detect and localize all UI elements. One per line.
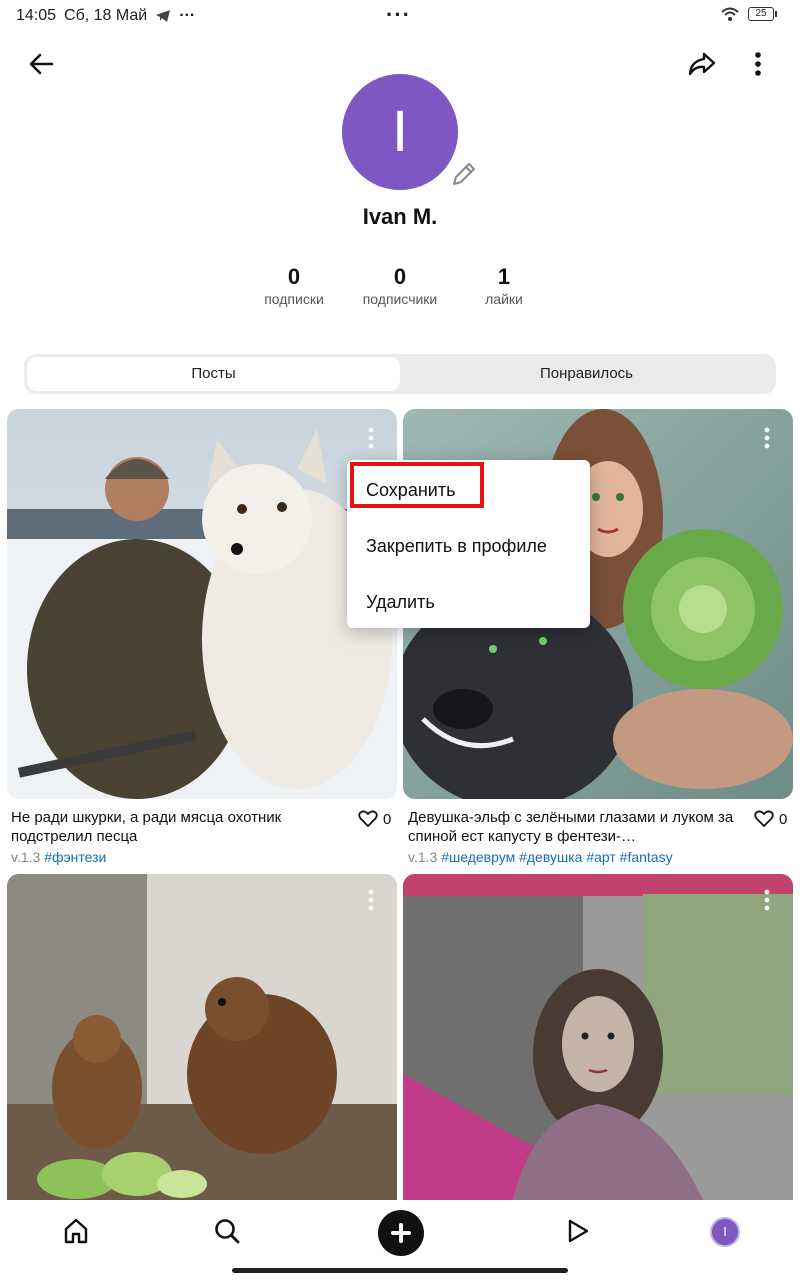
post-2-tags: v.1.3 #шедеврум #девушка #арт #fantasy [408,849,744,865]
post-1-options-icon[interactable] [360,424,382,454]
post-4-options-icon[interactable] [756,886,778,916]
post-1-like-count: 0 [383,810,392,828]
post-1-version: v.1.3 [11,849,41,865]
post-3-options-icon[interactable] [360,886,382,916]
menu-item-delete[interactable]: Удалить [347,574,590,630]
wifi-icon [721,7,739,21]
profile-tabs: Посты Понравилось [24,354,776,394]
status-time: 14:05 [16,7,57,24]
menu-item-pin-to-profile[interactable]: Закрепить в профиле [347,518,590,574]
stat-following[interactable]: 0 подписки [239,264,349,308]
post-2-version: v.1.3 [408,849,438,865]
back-arrow-icon[interactable] [26,48,58,80]
stat-followers-label: подписчики [362,291,438,307]
post-context-menu: Сохранить Закрепить в профиле Удалить [347,460,590,628]
post-1-title[interactable]: Не ради шкурки, а ради мясца охотник под… [11,808,346,846]
post-2-options-icon[interactable] [756,424,778,454]
stat-likes-label: лайки [485,291,523,307]
post-2-like-count: 0 [779,810,788,828]
video-play-icon[interactable] [562,1216,592,1246]
post-2-title[interactable]: Девушка-эльф с зелёными глазами и луком … [408,808,743,846]
stat-likes[interactable]: 1 лайки [449,264,559,308]
more-vertical-icon[interactable] [744,48,772,80]
home-icon[interactable] [61,1216,91,1246]
battery-icon: 25 [748,7,777,21]
nav-profile-avatar[interactable]: I [710,1217,740,1247]
multiwindow-dots-icon[interactable]: ··· [386,2,411,28]
stat-following-label: подписки [264,291,324,307]
post-image-beavers[interactable] [7,874,397,1200]
status-bar: 14:05 Сб, 18 Май ··· ··· 25 [0,0,800,34]
post-2-tag[interactable]: #шедеврум [441,849,515,865]
stat-followers[interactable]: 0 подписчики [345,264,455,308]
share-icon[interactable] [686,48,718,80]
telegram-icon [156,10,171,22]
create-post-button[interactable] [378,1210,424,1256]
post-2-likes[interactable]: 0 [754,810,787,828]
menu-item-save[interactable]: Сохранить [347,462,590,518]
edit-pencil-icon[interactable] [448,160,478,190]
post-image-retro-woman[interactable] [403,874,793,1200]
more-notifications-icon: ··· [179,7,196,24]
post-1-likes[interactable]: 0 [358,810,391,828]
tab-liked[interactable]: Понравилось [400,357,773,391]
stat-followers-value: 0 [393,264,407,289]
profile-name: Ivan M. [362,204,438,229]
stat-following-value: 0 [287,264,301,289]
stat-likes-value: 1 [497,264,511,289]
post-1-tags: v.1.3 #фэнтези [11,849,391,865]
post-2-tag[interactable]: #fantasy [620,849,673,865]
status-date: Сб, 18 Май [64,7,148,24]
post-1-tag[interactable]: #фэнтези [44,849,106,865]
home-indicator[interactable] [232,1268,568,1273]
search-icon[interactable] [212,1216,242,1246]
post-image-fox-hunter[interactable] [7,409,397,799]
tab-posts[interactable]: Посты [27,357,400,391]
post-2-tag[interactable]: #арт [586,849,615,865]
post-2-tag[interactable]: #девушка [519,849,582,865]
profile-avatar[interactable]: I [342,74,458,190]
heart-icon [754,810,774,827]
bottom-nav: I [0,1200,800,1280]
heart-icon [358,810,378,827]
